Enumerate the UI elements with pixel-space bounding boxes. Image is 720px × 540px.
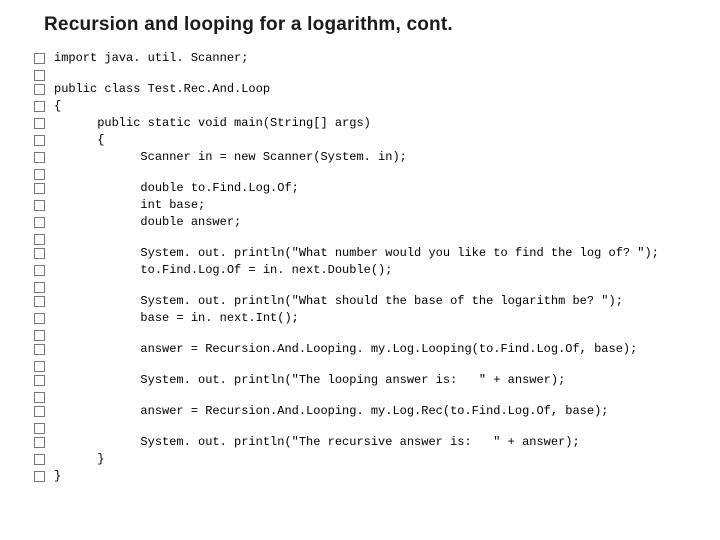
code-line: }	[34, 451, 700, 468]
slide: Recursion and looping for a logarithm, c…	[0, 0, 720, 540]
code-text: base = in. next.Int();	[54, 310, 299, 327]
code-text: System. out. println("What number would …	[54, 245, 659, 262]
code-line: System. out. println("The recursive answ…	[34, 434, 700, 451]
code-text: Scanner in = new Scanner(System. in);	[54, 149, 407, 166]
code-line: {	[34, 98, 700, 115]
bullet-icon	[34, 437, 45, 448]
bullet-icon	[34, 406, 45, 417]
bullet-icon	[34, 169, 45, 180]
code-line: int base;	[34, 197, 700, 214]
code-line: public static void main(String[] args)	[34, 115, 700, 132]
code-text: System. out. println("The looping answer…	[54, 372, 565, 389]
code-text: to.Find.Log.Of = in. next.Double();	[54, 262, 392, 279]
code-text: public static void main(String[] args)	[54, 115, 371, 132]
code-text: answer = Recursion.And.Looping. my.Log.L…	[54, 341, 637, 358]
code-line: System. out. println("The looping answer…	[34, 372, 700, 389]
bullet-icon	[34, 471, 45, 482]
code-text: int base;	[54, 197, 205, 214]
code-line: public class Test.Rec.And.Loop	[34, 81, 700, 98]
code-line	[34, 420, 700, 434]
code-block: import java. util. Scanner; public class …	[34, 50, 700, 485]
code-text: }	[54, 451, 104, 468]
code-line	[34, 231, 700, 245]
code-line: to.Find.Log.Of = in. next.Double();	[34, 262, 700, 279]
code-line: System. out. println("What number would …	[34, 245, 700, 262]
code-line	[34, 67, 700, 81]
bullet-icon	[34, 344, 45, 355]
bullet-icon	[34, 423, 45, 434]
bullet-icon	[34, 375, 45, 386]
code-line: double to.Find.Log.Of;	[34, 180, 700, 197]
bullet-icon	[34, 70, 45, 81]
bullet-icon	[34, 265, 45, 276]
slide-title: Recursion and looping for a logarithm, c…	[44, 14, 700, 36]
code-line: System. out. println("What should the ba…	[34, 293, 700, 310]
bullet-icon	[34, 234, 45, 245]
bullet-icon	[34, 392, 45, 403]
bullet-icon	[34, 200, 45, 211]
bullet-icon	[34, 296, 45, 307]
code-text: double answer;	[54, 214, 241, 231]
code-text: System. out. println("The recursive answ…	[54, 434, 580, 451]
code-text: public class Test.Rec.And.Loop	[54, 81, 270, 98]
bullet-icon	[34, 84, 45, 95]
code-text: import java. util. Scanner;	[54, 50, 248, 67]
bullet-icon	[34, 330, 45, 341]
bullet-icon	[34, 454, 45, 465]
code-line	[34, 327, 700, 341]
code-text: {	[54, 98, 61, 115]
code-text: {	[54, 132, 104, 149]
code-line	[34, 279, 700, 293]
code-line: base = in. next.Int();	[34, 310, 700, 327]
code-line: Scanner in = new Scanner(System. in);	[34, 149, 700, 166]
bullet-icon	[34, 313, 45, 324]
code-line: answer = Recursion.And.Looping. my.Log.L…	[34, 341, 700, 358]
code-line	[34, 358, 700, 372]
bullet-icon	[34, 118, 45, 129]
bullet-icon	[34, 183, 45, 194]
bullet-icon	[34, 152, 45, 163]
bullet-icon	[34, 101, 45, 112]
code-text: double to.Find.Log.Of;	[54, 180, 299, 197]
code-line	[34, 166, 700, 180]
code-text: System. out. println("What should the ba…	[54, 293, 623, 310]
bullet-icon	[34, 282, 45, 293]
code-line: double answer;	[34, 214, 700, 231]
bullet-icon	[34, 248, 45, 259]
code-text: }	[54, 468, 61, 485]
bullet-icon	[34, 53, 45, 64]
code-line: }	[34, 468, 700, 485]
code-line: answer = Recursion.And.Looping. my.Log.R…	[34, 403, 700, 420]
bullet-icon	[34, 361, 45, 372]
bullet-icon	[34, 217, 45, 228]
bullet-icon	[34, 135, 45, 146]
code-line: {	[34, 132, 700, 149]
code-line: import java. util. Scanner;	[34, 50, 700, 67]
code-line	[34, 389, 700, 403]
code-text: answer = Recursion.And.Looping. my.Log.R…	[54, 403, 609, 420]
